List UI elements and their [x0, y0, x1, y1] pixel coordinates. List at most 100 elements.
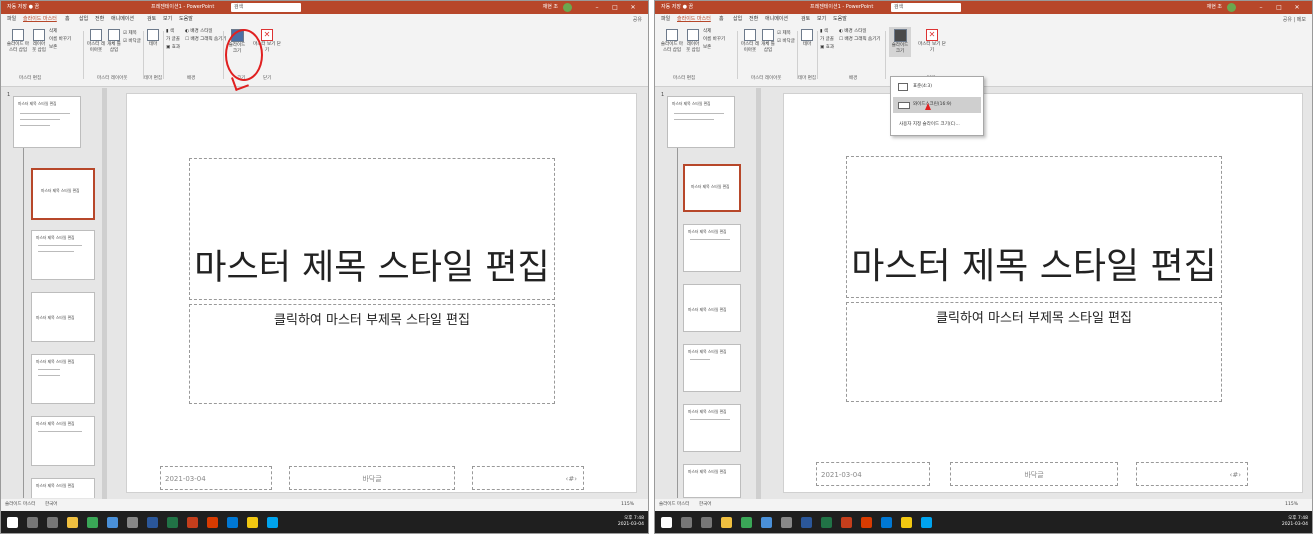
thumbnail-pane[interactable]: 1 마스터 제목 스타일 편집 마스터 제목 스타일 편집 마스터 제목 스타일… [1, 88, 101, 498]
tab-slide-master[interactable]: 슬라이드 마스터 [677, 14, 711, 25]
page-number-placeholder[interactable]: ‹#› [1136, 462, 1248, 486]
search-box[interactable]: 검색 [231, 3, 301, 12]
title-checkbox[interactable]: ☑ 제목 [123, 31, 137, 37]
effects-button[interactable]: ▣ 효과 [820, 45, 834, 51]
maximize-icon[interactable]: □ [1272, 1, 1286, 14]
word-icon[interactable] [801, 517, 812, 528]
slide-scrollbar[interactable] [643, 88, 648, 499]
thumbnail-layout[interactable]: 마스터 제목 스타일 편집 [683, 464, 741, 498]
hide-background-checkbox[interactable]: ☐ 배경 그래픽 숨기기 [185, 37, 226, 43]
thumbnail-layout[interactable]: 마스터 제목 스타일 편집 [31, 354, 95, 404]
app-icon[interactable] [901, 517, 912, 528]
tab-review[interactable]: 검토 [801, 14, 810, 25]
search-icon[interactable] [27, 517, 38, 528]
master-layout-button[interactable]: 마스터 레이아웃 [87, 29, 105, 54]
widescreen-option[interactable]: 와이드스크린(16:9) [893, 97, 981, 113]
app-icon[interactable] [127, 517, 138, 528]
preserve-button[interactable]: 보존 [49, 45, 57, 51]
footer-placeholder[interactable]: 바닥글 [289, 466, 455, 490]
search-icon[interactable] [681, 517, 692, 528]
tab-file[interactable]: 파일 [661, 14, 670, 25]
tab-animations[interactable]: 애니메이션 [765, 14, 788, 25]
search-box[interactable]: 검색 [891, 3, 961, 12]
app-icon[interactable] [207, 517, 218, 528]
app-icon[interactable] [267, 517, 278, 528]
thumbnail-layout[interactable]: 마스터 제목 스타일 편집 [683, 284, 741, 332]
tab-insert[interactable]: 삽입 [733, 14, 742, 25]
tab-help[interactable]: 도움말 [833, 14, 847, 25]
slide-canvas[interactable]: 마스터 제목 스타일 편집 클릭하여 마스터 부제목 스타일 편집 2021-0… [126, 93, 637, 493]
insert-master-button[interactable]: 슬라이드 마스터 삽입 [659, 29, 685, 54]
master-layout-button[interactable]: 마스터 레이아웃 [741, 29, 759, 54]
background-styles-button[interactable]: ◐ 배경 스타일 [185, 29, 213, 35]
custom-size-option[interactable]: 사용자 지정 슬라이드 크기(C)... [893, 117, 981, 133]
close-icon[interactable]: ✕ [626, 1, 640, 14]
thumbnail-layout[interactable]: 마스터 제목 스타일 편집 [31, 230, 95, 280]
title-placeholder[interactable]: 마스터 제목 스타일 편집 [189, 158, 555, 300]
zoom-level[interactable]: 115% [1285, 499, 1298, 511]
subtitle-placeholder[interactable]: 클릭하여 마스터 부제목 스타일 편집 [846, 302, 1222, 402]
app-icon[interactable] [861, 517, 872, 528]
subtitle-placeholder[interactable]: 클릭하여 마스터 부제목 스타일 편집 [189, 304, 555, 404]
app-icon[interactable] [781, 517, 792, 528]
task-view-icon[interactable] [47, 517, 58, 528]
file-explorer-icon[interactable] [67, 517, 78, 528]
footer-checkbox[interactable]: ☑ 바닥글 [123, 39, 141, 45]
minimize-icon[interactable]: – [1254, 1, 1268, 14]
background-styles-button[interactable]: ◐ 배경 스타일 [839, 29, 867, 35]
thumbnail-master[interactable]: 마스터 제목 스타일 편집 [667, 96, 735, 148]
date-placeholder[interactable]: 2021-03-04 [816, 462, 930, 486]
insert-layout-button[interactable]: 레이아웃 삽입 [31, 29, 47, 54]
slide-size-button-active[interactable]: 슬라이드 크기 [889, 27, 911, 57]
rename-button[interactable]: 이름 바꾸기 [703, 37, 725, 43]
thumbnail-layout-selected[interactable]: 마스터 제목 스타일 편집 [683, 164, 741, 212]
footer-checkbox[interactable]: ☑ 바닥글 [777, 39, 795, 45]
outlook-icon[interactable] [227, 517, 238, 528]
file-explorer-icon[interactable] [721, 517, 732, 528]
word-icon[interactable] [147, 517, 158, 528]
thumbnail-pane[interactable]: 1 마스터 제목 스타일 편집 마스터 제목 스타일 편집 마스터 제목 스타일… [655, 88, 755, 498]
footer-placeholder[interactable]: 바닥글 [950, 462, 1118, 486]
slide-canvas[interactable]: 마스터 제목 스타일 편집 클릭하여 마스터 부제목 스타일 편집 2021-0… [783, 93, 1303, 493]
thumbnail-scrollbar[interactable] [756, 88, 761, 499]
autosave-toggle[interactable]: 자동 저장 ● 끔 [661, 1, 693, 14]
tab-insert[interactable]: 삽입 [79, 14, 88, 25]
powerpoint-icon[interactable] [187, 517, 198, 528]
tab-file[interactable]: 파일 [7, 14, 16, 25]
thumbnail-layout[interactable]: 마스터 제목 스타일 편집 [31, 292, 95, 342]
app-icon[interactable] [247, 517, 258, 528]
colors-button[interactable]: ▮ 색 [820, 29, 828, 35]
edge-icon[interactable] [107, 517, 118, 528]
page-number-placeholder[interactable]: ‹#› [472, 466, 584, 490]
title-placeholder[interactable]: 마스터 제목 스타일 편집 [846, 156, 1222, 298]
delete-button[interactable]: 삭제 [703, 29, 711, 35]
maximize-icon[interactable]: □ [608, 1, 622, 14]
excel-icon[interactable] [167, 517, 178, 528]
windows-start-icon[interactable] [661, 517, 672, 528]
avatar[interactable] [563, 3, 572, 12]
avatar[interactable] [1227, 3, 1236, 12]
windows-start-icon[interactable] [7, 517, 18, 528]
delete-button[interactable]: 삭제 [49, 29, 57, 35]
thumbnail-layout[interactable]: 마스터 제목 스타일 편집 [683, 224, 741, 272]
close-master-view-button[interactable]: ✕ 마스터 보기 닫기 [917, 29, 947, 54]
thumbnail-layout-selected[interactable]: 마스터 제목 스타일 편집 [31, 168, 95, 220]
chrome-icon[interactable] [87, 517, 98, 528]
slide-scrollbar[interactable] [1307, 88, 1312, 499]
outlook-icon[interactable] [881, 517, 892, 528]
themes-button[interactable]: 테마 [800, 29, 814, 48]
thumbnail-layout[interactable]: 마스터 제목 스타일 편집 [683, 344, 741, 392]
thumbnail-layout[interactable]: 마스터 제목 스타일 편집 [683, 404, 741, 452]
edge-icon[interactable] [761, 517, 772, 528]
preserve-button[interactable]: 보존 [703, 45, 711, 51]
thumbnail-layout[interactable]: 마스터 제목 스타일 편집 [31, 478, 95, 498]
thumbnail-scrollbar[interactable] [102, 88, 107, 499]
tab-view[interactable]: 보기 [163, 14, 172, 25]
hide-background-checkbox[interactable]: ☐ 배경 그래픽 숨기기 [839, 37, 880, 43]
autosave-toggle[interactable]: 자동 저장 ● 끔 [7, 1, 39, 14]
fonts-button[interactable]: 가 글꼴 [820, 37, 834, 43]
insert-master-button[interactable]: 슬라이드 마스터 삽입 [5, 29, 31, 54]
tab-home[interactable]: 홈 [719, 14, 724, 25]
zoom-level[interactable]: 115% [621, 499, 634, 511]
chrome-icon[interactable] [741, 517, 752, 528]
